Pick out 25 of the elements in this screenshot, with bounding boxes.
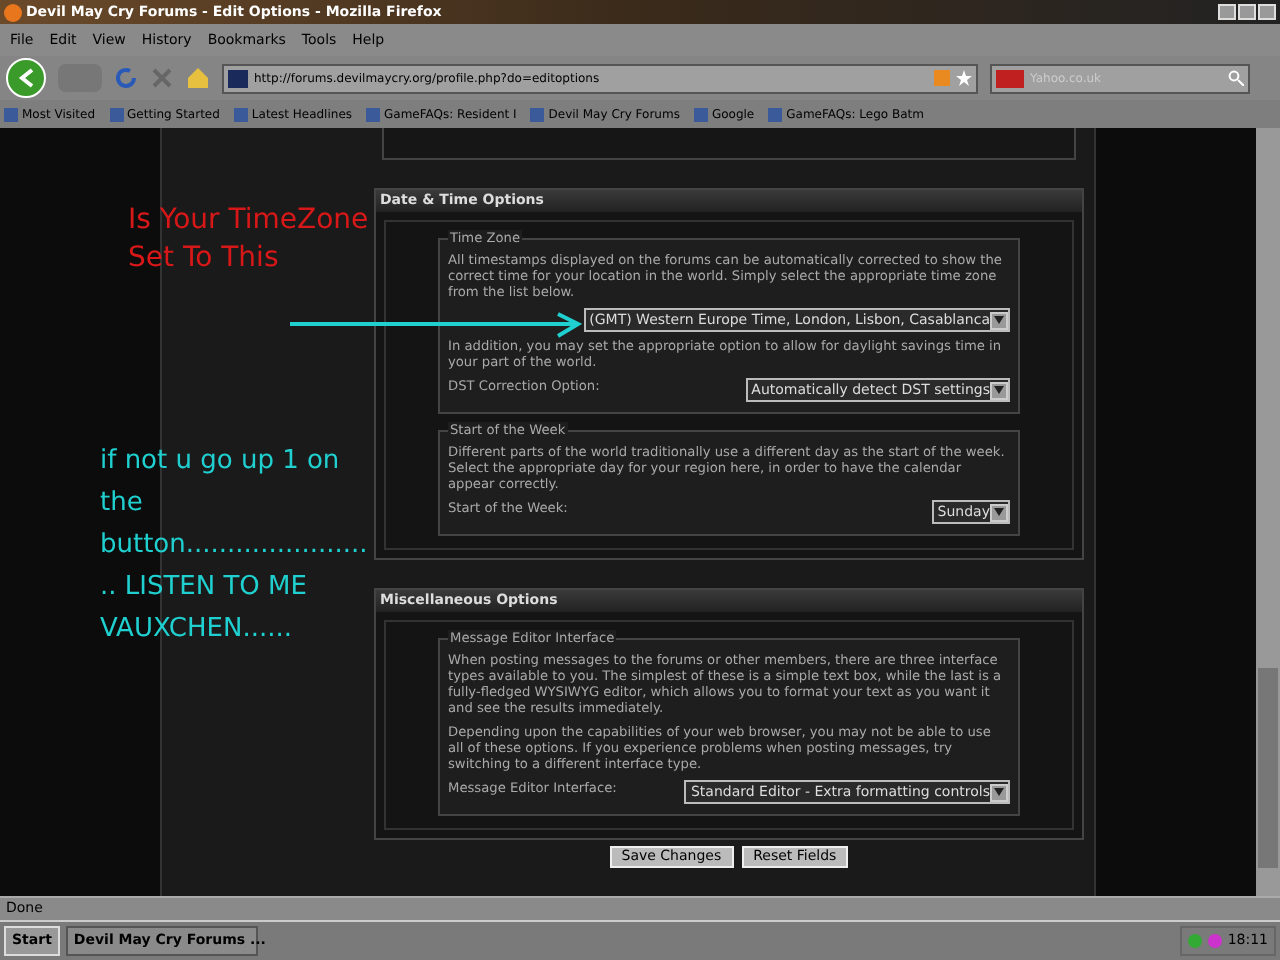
rss-icon [934, 70, 950, 86]
bookmark-icon [693, 107, 708, 121]
minimize-button[interactable] [1218, 4, 1236, 20]
maximize-button[interactable] [1238, 4, 1256, 20]
bookmark-icon [768, 107, 783, 121]
bookmark-icon [109, 107, 124, 121]
bookmark-icon [366, 107, 381, 121]
star-icon[interactable] [956, 70, 972, 86]
caret-icon [990, 381, 1008, 399]
annotation-text: Is Your TimeZone Set To This [128, 202, 371, 278]
bookmark-icon [530, 107, 545, 121]
bookmark-icon [4, 107, 18, 121]
stop-icon[interactable] [150, 66, 174, 90]
caret-icon [990, 783, 1008, 801]
caret-icon [990, 311, 1008, 329]
search-icon[interactable] [1228, 70, 1244, 86]
home-icon[interactable] [186, 66, 210, 90]
site-icon [228, 69, 248, 87]
bookmark-icon [233, 107, 248, 121]
annotation-text: if not u go up 1 on the button........................ LISTEN TO ME VAUXCHEN...... [100, 444, 368, 648]
reload-icon[interactable] [114, 66, 138, 90]
close-button[interactable] [1258, 4, 1276, 20]
search-engine-icon[interactable] [996, 69, 1024, 87]
back-button[interactable] [6, 58, 46, 98]
caret-icon [990, 503, 1008, 521]
